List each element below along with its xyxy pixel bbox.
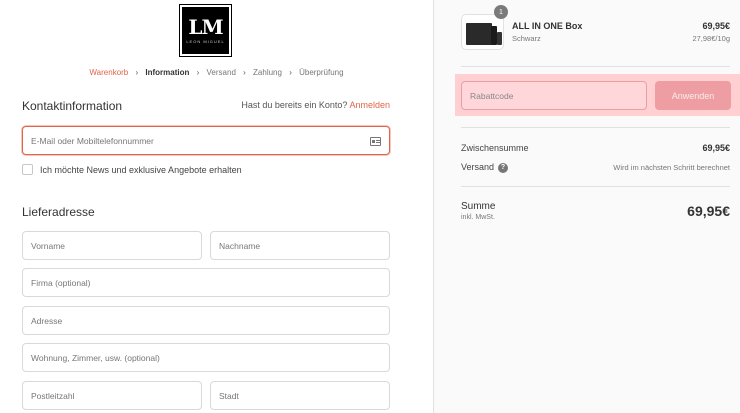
product-box-image <box>466 23 492 45</box>
shipping-row: Versand? <box>461 162 509 173</box>
discount-code-input[interactable] <box>462 82 646 109</box>
product-jar-image <box>497 32 502 45</box>
product-price: 69,95€ <box>702 21 730 31</box>
contact-section-title: Kontaktinformation <box>22 99 123 113</box>
product-unit-price: 27,98€/10g <box>692 34 730 43</box>
apartment-input[interactable] <box>23 344 389 371</box>
city-input[interactable] <box>211 382 389 409</box>
last-name-field[interactable] <box>210 231 390 260</box>
email-field[interactable] <box>22 126 390 155</box>
breadcrumb-cart[interactable]: Warenkorb <box>89 68 128 77</box>
city-field[interactable] <box>210 381 390 410</box>
logo-monogram: LM <box>188 15 223 39</box>
breadcrumb-review: Überprüfung <box>299 68 344 77</box>
apartment-field[interactable] <box>22 343 390 372</box>
postal-code-field[interactable] <box>22 381 202 410</box>
login-prompt-text: Hast du bereits ein Konto? <box>241 100 348 110</box>
contact-card-icon <box>370 137 381 146</box>
chevron-right-icon: › <box>289 68 292 77</box>
first-name-input[interactable] <box>23 232 201 259</box>
breadcrumb-shipping: Versand <box>206 68 236 77</box>
total-label: Summe <box>461 201 496 212</box>
logo-subtitle: LEON MIGUEL <box>186 39 225 44</box>
discount-field[interactable] <box>461 81 647 110</box>
chevron-right-icon: › <box>243 68 246 77</box>
discount-section: Anwenden <box>455 74 740 116</box>
email-input[interactable] <box>23 127 389 154</box>
divider <box>461 66 730 67</box>
breadcrumb-payment: Zahlung <box>253 68 282 77</box>
breadcrumb: Warenkorb › Information › Versand › Zahl… <box>0 68 433 77</box>
newsletter-label[interactable]: Ich möchte News und exklusive Angebote e… <box>40 165 242 175</box>
quantity-badge: 1 <box>494 5 508 19</box>
subtotal-label: Zwischensumme <box>461 143 529 153</box>
shipping-section-title: Lieferadresse <box>22 205 95 219</box>
postal-code-input[interactable] <box>23 382 201 409</box>
apply-discount-button[interactable]: Anwenden <box>655 81 731 110</box>
divider <box>461 186 730 187</box>
last-name-input[interactable] <box>211 232 389 259</box>
address-field[interactable] <box>22 306 390 335</box>
login-link[interactable]: Anmelden <box>349 100 390 110</box>
company-field[interactable] <box>22 268 390 297</box>
address-input[interactable] <box>23 307 389 334</box>
chevron-right-icon: › <box>135 68 139 77</box>
shipping-label: Versand <box>461 162 495 172</box>
newsletter-checkbox[interactable] <box>22 164 33 175</box>
newsletter-option[interactable]: Ich möchte News und exklusive Angebote e… <box>22 164 242 175</box>
product-thumbnail <box>461 14 504 50</box>
first-name-field[interactable] <box>22 231 202 260</box>
checkout-form-panel: LM LEON MIGUEL Warenkorb › Information ›… <box>0 0 433 413</box>
breadcrumb-information: Information <box>145 68 190 77</box>
total-value: 69,95€ <box>687 203 730 219</box>
product-name: ALL IN ONE Box <box>512 21 583 31</box>
product-variant: Schwarz <box>512 34 541 43</box>
brand-logo[interactable]: LM LEON MIGUEL <box>179 4 232 57</box>
total-tax-note: inkl. MwSt. <box>461 214 495 221</box>
company-input[interactable] <box>23 269 389 296</box>
chevron-right-icon: › <box>196 68 200 77</box>
question-icon[interactable]: ? <box>498 162 509 173</box>
login-prompt: Hast du bereits ein Konto? Anmelden <box>241 100 390 110</box>
shipping-value: Wird im nächsten Schritt berechnet <box>613 163 730 172</box>
subtotal-value: 69,95€ <box>702 143 730 153</box>
divider <box>461 127 730 128</box>
